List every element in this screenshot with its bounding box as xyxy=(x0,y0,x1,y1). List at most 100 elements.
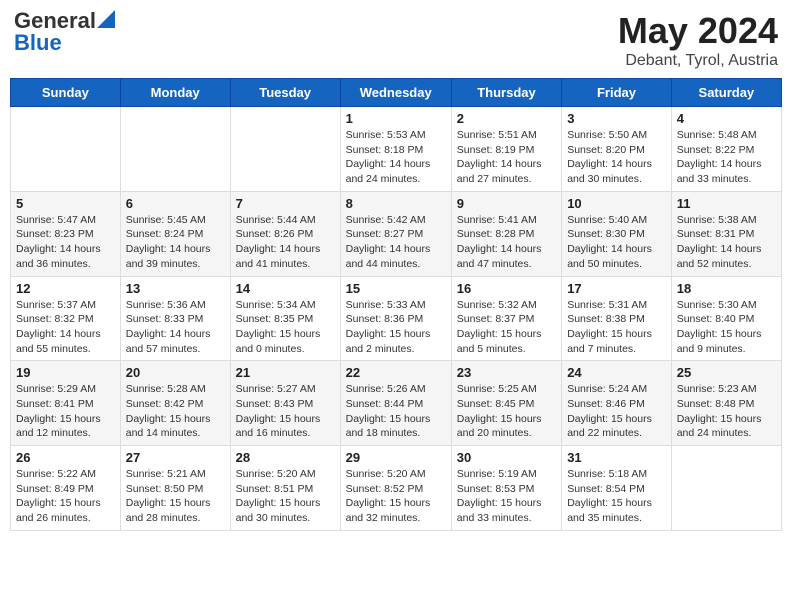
day-number: 25 xyxy=(677,365,776,380)
calendar-cell: 24Sunrise: 5:24 AM Sunset: 8:46 PM Dayli… xyxy=(562,361,672,446)
day-number: 20 xyxy=(126,365,225,380)
calendar-cell: 20 Sunrise: 5:28 AM Sunset: 8:42 PM Dayli… xyxy=(120,361,230,446)
day-info: Sunrise: 5:47 AM Sunset: 8:23 PM Dayligh… xyxy=(16,213,115,272)
calendar-cell: 2 Sunrise: 5:51 AM Sunset: 8:19 PM Daylig… xyxy=(451,107,561,192)
calendar-week-row: 26Sunrise: 5:22 AM Sunset: 8:49 PM Dayli… xyxy=(11,446,782,531)
day-number: 1 xyxy=(346,111,446,126)
day-of-week-header: Saturday xyxy=(671,79,781,107)
calendar-cell: 15Sunrise: 5:33 AM Sunset: 8:36 PM Dayli… xyxy=(340,276,451,361)
calendar-week-row: 5 Sunrise: 5:47 AM Sunset: 8:23 PM Daylig… xyxy=(11,191,782,276)
day-number: 21 xyxy=(236,365,335,380)
calendar-cell: 11 Sunrise: 5:38 AM Sunset: 8:31 PM Dayli… xyxy=(671,191,781,276)
calendar-cell xyxy=(11,107,121,192)
day-info: Sunrise: 5:20 AM Sunset: 8:51 PM Dayligh… xyxy=(236,467,335,526)
calendar-week-row: 1Sunrise: 5:53 AM Sunset: 8:18 PM Daylig… xyxy=(11,107,782,192)
calendar-week-row: 12Sunrise: 5:37 AM Sunset: 8:32 PM Dayli… xyxy=(11,276,782,361)
calendar-cell: 6 Sunrise: 5:45 AM Sunset: 8:24 PM Daylig… xyxy=(120,191,230,276)
day-number: 13 xyxy=(126,281,225,296)
day-info: Sunrise: 5:31 AM Sunset: 8:38 PM Dayligh… xyxy=(567,298,666,357)
page-header: General Blue May 2024 Debant, Tyrol, Aus… xyxy=(10,10,782,70)
day-number: 22 xyxy=(346,365,446,380)
day-info: Sunrise: 5:21 AM Sunset: 8:50 PM Dayligh… xyxy=(126,467,225,526)
calendar-cell: 5 Sunrise: 5:47 AM Sunset: 8:23 PM Daylig… xyxy=(11,191,121,276)
calendar-cell: 9 Sunrise: 5:41 AM Sunset: 8:28 PM Daylig… xyxy=(451,191,561,276)
calendar-week-row: 19 Sunrise: 5:29 AM Sunset: 8:41 PM Dayli… xyxy=(11,361,782,446)
calendar-cell: 25 Sunrise: 5:23 AM Sunset: 8:48 PM Dayli… xyxy=(671,361,781,446)
day-info: Sunrise: 5:42 AM Sunset: 8:27 PM Dayligh… xyxy=(346,213,446,272)
calendar-cell: 28 Sunrise: 5:20 AM Sunset: 8:51 PM Dayli… xyxy=(230,446,340,531)
calendar-cell: 13 Sunrise: 5:36 AM Sunset: 8:33 PM Dayli… xyxy=(120,276,230,361)
day-of-week-header: Tuesday xyxy=(230,79,340,107)
month-title: May 2024 xyxy=(618,10,778,52)
day-info: Sunrise: 5:18 AM Sunset: 8:54 PM Dayligh… xyxy=(567,467,666,526)
day-number: 29 xyxy=(346,450,446,465)
calendar-cell: 12Sunrise: 5:37 AM Sunset: 8:32 PM Dayli… xyxy=(11,276,121,361)
day-number: 5 xyxy=(16,196,115,211)
day-number: 17 xyxy=(567,281,666,296)
day-number: 31 xyxy=(567,450,666,465)
day-number: 4 xyxy=(677,111,776,126)
day-of-week-header: Friday xyxy=(562,79,672,107)
day-number: 2 xyxy=(457,111,556,126)
day-info: Sunrise: 5:41 AM Sunset: 8:28 PM Dayligh… xyxy=(457,213,556,272)
day-number: 3 xyxy=(567,111,666,126)
day-number: 30 xyxy=(457,450,556,465)
day-info: Sunrise: 5:50 AM Sunset: 8:20 PM Dayligh… xyxy=(567,128,666,187)
calendar-cell: 30 Sunrise: 5:19 AM Sunset: 8:53 PM Dayli… xyxy=(451,446,561,531)
day-info: Sunrise: 5:25 AM Sunset: 8:45 PM Dayligh… xyxy=(457,382,556,441)
day-number: 23 xyxy=(457,365,556,380)
calendar-header-row: SundayMondayTuesdayWednesdayThursdayFrid… xyxy=(11,79,782,107)
calendar-cell: 10 Sunrise: 5:40 AM Sunset: 8:30 PM Dayli… xyxy=(562,191,672,276)
day-info: Sunrise: 5:24 AM Sunset: 8:46 PM Dayligh… xyxy=(567,382,666,441)
day-info: Sunrise: 5:38 AM Sunset: 8:31 PM Dayligh… xyxy=(677,213,776,272)
day-info: Sunrise: 5:44 AM Sunset: 8:26 PM Dayligh… xyxy=(236,213,335,272)
calendar-cell: 21 Sunrise: 5:27 AM Sunset: 8:43 PM Dayli… xyxy=(230,361,340,446)
day-number: 28 xyxy=(236,450,335,465)
day-info: Sunrise: 5:27 AM Sunset: 8:43 PM Dayligh… xyxy=(236,382,335,441)
day-info: Sunrise: 5:23 AM Sunset: 8:48 PM Dayligh… xyxy=(677,382,776,441)
day-number: 6 xyxy=(126,196,225,211)
day-info: Sunrise: 5:45 AM Sunset: 8:24 PM Dayligh… xyxy=(126,213,225,272)
day-info: Sunrise: 5:22 AM Sunset: 8:49 PM Dayligh… xyxy=(16,467,115,526)
logo-triangle-icon xyxy=(97,10,115,28)
day-info: Sunrise: 5:29 AM Sunset: 8:41 PM Dayligh… xyxy=(16,382,115,441)
calendar-cell: 1Sunrise: 5:53 AM Sunset: 8:18 PM Daylig… xyxy=(340,107,451,192)
calendar-cell: 7 Sunrise: 5:44 AM Sunset: 8:26 PM Daylig… xyxy=(230,191,340,276)
day-info: Sunrise: 5:36 AM Sunset: 8:33 PM Dayligh… xyxy=(126,298,225,357)
calendar-cell: 18Sunrise: 5:30 AM Sunset: 8:40 PM Dayli… xyxy=(671,276,781,361)
title-area: May 2024 Debant, Tyrol, Austria xyxy=(618,10,778,70)
day-info: Sunrise: 5:48 AM Sunset: 8:22 PM Dayligh… xyxy=(677,128,776,187)
day-number: 16 xyxy=(457,281,556,296)
calendar-cell: 8 Sunrise: 5:42 AM Sunset: 8:27 PM Daylig… xyxy=(340,191,451,276)
day-number: 7 xyxy=(236,196,335,211)
calendar-table: SundayMondayTuesdayWednesdayThursdayFrid… xyxy=(10,78,782,531)
calendar-cell: 19 Sunrise: 5:29 AM Sunset: 8:41 PM Dayli… xyxy=(11,361,121,446)
day-number: 10 xyxy=(567,196,666,211)
day-info: Sunrise: 5:19 AM Sunset: 8:53 PM Dayligh… xyxy=(457,467,556,526)
day-info: Sunrise: 5:30 AM Sunset: 8:40 PM Dayligh… xyxy=(677,298,776,357)
calendar-cell: 17 Sunrise: 5:31 AM Sunset: 8:38 PM Dayli… xyxy=(562,276,672,361)
logo-general-text: General xyxy=(14,10,96,32)
calendar-cell xyxy=(230,107,340,192)
location-title: Debant, Tyrol, Austria xyxy=(618,52,778,70)
calendar-cell xyxy=(671,446,781,531)
day-info: Sunrise: 5:40 AM Sunset: 8:30 PM Dayligh… xyxy=(567,213,666,272)
calendar-cell: 3 Sunrise: 5:50 AM Sunset: 8:20 PM Daylig… xyxy=(562,107,672,192)
day-number: 8 xyxy=(346,196,446,211)
day-of-week-header: Wednesday xyxy=(340,79,451,107)
day-number: 19 xyxy=(16,365,115,380)
calendar-cell: 29Sunrise: 5:20 AM Sunset: 8:52 PM Dayli… xyxy=(340,446,451,531)
calendar-cell: 27 Sunrise: 5:21 AM Sunset: 8:50 PM Dayli… xyxy=(120,446,230,531)
day-info: Sunrise: 5:28 AM Sunset: 8:42 PM Dayligh… xyxy=(126,382,225,441)
day-number: 9 xyxy=(457,196,556,211)
day-info: Sunrise: 5:34 AM Sunset: 8:35 PM Dayligh… xyxy=(236,298,335,357)
logo: General Blue xyxy=(14,10,115,54)
logo-blue-text: Blue xyxy=(14,32,62,54)
day-number: 27 xyxy=(126,450,225,465)
day-of-week-header: Sunday xyxy=(11,79,121,107)
day-of-week-header: Thursday xyxy=(451,79,561,107)
day-info: Sunrise: 5:37 AM Sunset: 8:32 PM Dayligh… xyxy=(16,298,115,357)
day-info: Sunrise: 5:51 AM Sunset: 8:19 PM Dayligh… xyxy=(457,128,556,187)
day-number: 11 xyxy=(677,196,776,211)
day-info: Sunrise: 5:33 AM Sunset: 8:36 PM Dayligh… xyxy=(346,298,446,357)
